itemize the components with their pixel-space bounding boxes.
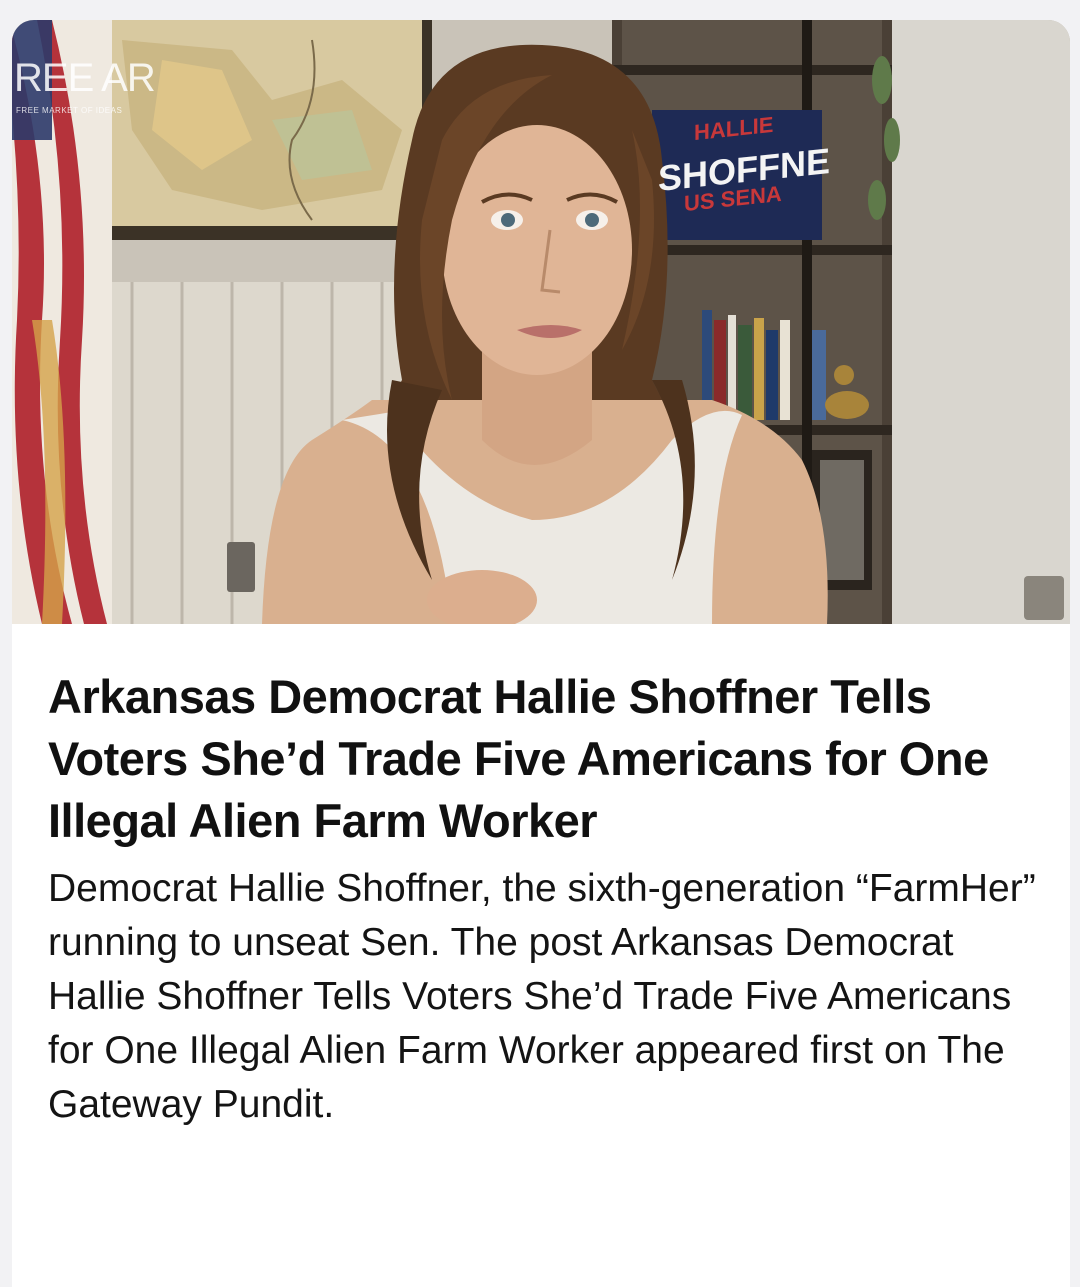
video-thumbnail-image [12, 20, 1070, 624]
article-excerpt: Democrat Hallie Shoffner, the sixth-gene… [48, 867, 1036, 1126]
watermark-logo: REE AR [14, 56, 156, 100]
article-thumbnail[interactable]: REE AR FREE MARKET OF IDEAS HALLIE SHOFF… [12, 20, 1070, 624]
watermark-tagline: FREE MARKET OF IDEAS [16, 106, 123, 115]
article-headline[interactable]: Arkansas Democrat Hallie Shoffner Tells … [48, 666, 1038, 852]
article-content: Arkansas Democrat Hallie Shoffner Tells … [48, 666, 1038, 1132]
news-card[interactable]: REE AR FREE MARKET OF IDEAS HALLIE SHOFF… [12, 20, 1070, 1287]
